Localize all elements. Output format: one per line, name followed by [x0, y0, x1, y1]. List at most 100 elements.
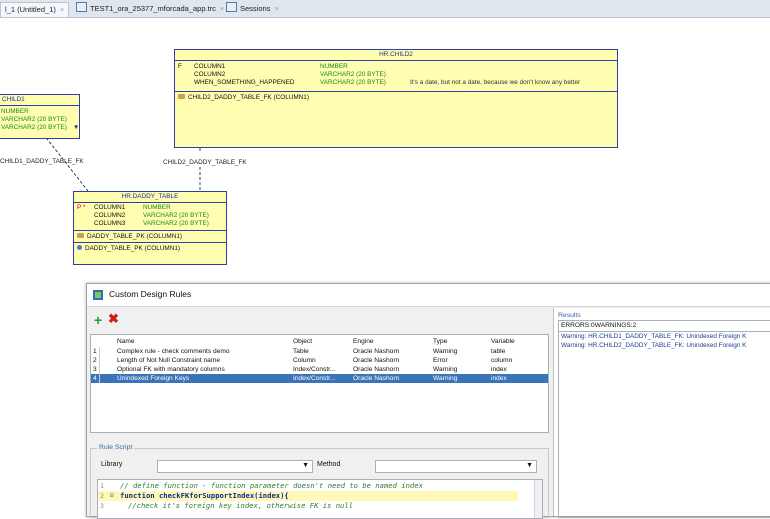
- table-child1[interactable]: CHILD1 NUMBER VARCHAR2 (20 BYTE) VARCHAR…: [0, 94, 80, 139]
- column-header-type[interactable]: Type: [433, 337, 447, 346]
- column-list: F COLUMN1 NUMBER COLUMN2 VARCHAR2 (20 BY…: [175, 61, 617, 92]
- column-row: NUMBER: [1, 108, 77, 116]
- rule-row[interactable]: 1 Complex rule - check comments demo Tab…: [91, 347, 548, 356]
- code-editor[interactable]: 1 // define function - function paramete…: [97, 479, 543, 519]
- add-rule-icon[interactable]: +: [94, 313, 102, 327]
- key-label: CHILD2_DADDY_TABLE_FK (COLUMN1): [188, 94, 309, 101]
- rules-app-icon: [93, 290, 103, 300]
- collapse-icon[interactable]: ⊟: [110, 491, 114, 501]
- column-name: WHEN_SOMETHING_HAPPENED: [194, 79, 295, 86]
- rules-table: Name Object Engine Type Variable 1 Compl…: [90, 334, 549, 433]
- tab-untitled-1[interactable]: l_1 (Untitled_1) ×: [0, 2, 70, 17]
- grid-icon: [226, 2, 237, 12]
- row-number: 4: [93, 374, 100, 383]
- relation-label-child2: CHILD2_DADDY_TABLE_FK: [163, 159, 247, 166]
- column-name: COLUMN1: [194, 63, 226, 70]
- fk-key-row: CHILD2_DADDY_TABLE_FK (COLUMN1): [175, 92, 617, 103]
- results-status: ERRORS:0WARNINGS:2: [559, 321, 770, 332]
- code-text: //check it's foreign key index, otherwis…: [128, 501, 354, 510]
- column-row: P * COLUMN1 NUMBER: [77, 204, 223, 212]
- column-header-name[interactable]: Name: [117, 337, 135, 346]
- rule-row[interactable]: 2 Length of Not Null Constraint name Col…: [91, 356, 548, 365]
- rule-name: Complex rule - check comments demo: [117, 348, 230, 355]
- foreign-key-icon: [178, 94, 185, 99]
- scroll-down-icon[interactable]: ▼: [73, 124, 79, 132]
- rule-object: Table: [293, 348, 309, 355]
- dialog-title: Custom Design Rules: [109, 289, 192, 299]
- rule-name: Length of Not Null Constraint name: [117, 357, 220, 364]
- library-select[interactable]: ▼: [157, 460, 313, 473]
- rule-engine: Oracle Nashorn: [353, 366, 400, 373]
- editor-scrollbar[interactable]: [534, 480, 542, 518]
- line-number: 3: [100, 502, 104, 510]
- rule-type: Error: [433, 357, 448, 364]
- dialog-title-bar: Custom Design Rules: [87, 284, 770, 307]
- column-row: WHEN_SOMETHING_HAPPENED VARCHAR2 (20 BYT…: [178, 79, 614, 87]
- close-icon[interactable]: ×: [60, 5, 64, 14]
- results-label: Results: [558, 312, 581, 319]
- column-row: COLUMN2 VARCHAR2 (20 BYTE): [77, 212, 223, 220]
- results-box: ERRORS:0WARNINGS:2 Warning: HR.CHILD1_DA…: [558, 320, 770, 518]
- rule-variable: table: [491, 348, 506, 355]
- rule-row[interactable]: 3 Optional FK with mandatory columns Ind…: [91, 365, 548, 374]
- column-type: VARCHAR2 (20 BYTE): [143, 212, 209, 219]
- column-list: NUMBER VARCHAR2 (20 BYTE) VARCHAR2 (20 B…: [0, 106, 79, 134]
- code-text: function checkFKforSupportIndex(index){: [120, 491, 289, 500]
- library-label: Library: [101, 461, 123, 468]
- column-row: COLUMN3 VARCHAR2 (20 BYTE): [77, 220, 223, 228]
- dropdown-arrow-icon[interactable]: ▼: [302, 462, 309, 469]
- result-warning[interactable]: Warning: HR.CHILD1_DADDY_TABLE_FK: Unind…: [561, 333, 746, 341]
- key-label: DADDY_TABLE_PK (COLUMN1): [85, 245, 181, 252]
- column-type: NUMBER: [1, 108, 29, 115]
- column-row: VARCHAR2 (20 BYTE): [1, 116, 77, 124]
- rule-engine: Oracle Nashorn: [353, 348, 400, 355]
- pk-flag: P *: [77, 204, 86, 211]
- close-icon[interactable]: ×: [274, 4, 278, 13]
- rule-script-group: Rule Script Library ▼ Method ▼ 1 // defi…: [90, 444, 549, 519]
- rule-variable: column: [491, 357, 513, 364]
- code-line-current: 2 ⊟ function checkFKforSupportIndex(inde…: [98, 491, 518, 501]
- key-label: DADDY_TABLE_PK (COLUMN1): [87, 233, 183, 240]
- rule-type: Warning: [433, 348, 458, 355]
- method-select[interactable]: ▼: [375, 460, 537, 473]
- column-type: VARCHAR2 (20 BYTE): [320, 71, 386, 78]
- rule-object: Index/Constr...: [293, 375, 336, 382]
- tab-trace-file[interactable]: TEST1_ora_25377_mforcada_app.trc ×: [72, 2, 228, 16]
- results-panel: Results ERRORS:0WARNINGS:2 Warning: HR.C…: [553, 308, 770, 518]
- column-type: NUMBER: [320, 63, 348, 70]
- method-label: Method: [317, 461, 341, 468]
- result-warning[interactable]: Warning: HR.CHILD2_DADDY_TABLE_FK: Unind…: [561, 342, 746, 350]
- column-header-variable[interactable]: Variable: [491, 337, 515, 346]
- rule-name: Optional FK with mandatory columns: [117, 366, 225, 373]
- column-header-engine[interactable]: Engine: [353, 337, 374, 346]
- rule-script-label: Rule Script: [97, 444, 135, 451]
- tab-label: l_1 (Untitled_1): [5, 5, 56, 14]
- column-list: P * COLUMN1 NUMBER COLUMN2 VARCHAR2 (20 …: [74, 203, 226, 231]
- column-type: VARCHAR2 (20 BYTE): [320, 79, 386, 86]
- column-name: COLUMN1: [94, 204, 126, 211]
- column-header-object[interactable]: Object: [293, 337, 312, 346]
- table-title: HR.DADDY_TABLE: [74, 192, 226, 203]
- rule-variable: index: [491, 375, 507, 382]
- delete-rule-icon[interactable]: ✖: [108, 312, 119, 325]
- table-daddy[interactable]: HR.DADDY_TABLE P * COLUMN1 NUMBER COLUMN…: [73, 191, 227, 265]
- editor-tab-bar: l_1 (Untitled_1) × TEST1_ora_25377_mforca…: [0, 0, 770, 18]
- rule-name: Unindexed Foreign Keys: [117, 375, 190, 382]
- dropdown-arrow-icon[interactable]: ▼: [526, 462, 533, 469]
- line-number: 1: [100, 482, 104, 490]
- custom-design-rules-dialog: Custom Design Rules + ✖ Name Object Engi…: [86, 283, 770, 519]
- table-child2[interactable]: HR.CHILD2 F COLUMN1 NUMBER COLUMN2 VARCH…: [174, 49, 618, 148]
- column-row: COLUMN2 VARCHAR2 (20 BYTE): [178, 71, 614, 79]
- index-icon: [77, 245, 82, 250]
- column-type: VARCHAR2 (20 BYTE): [143, 220, 209, 227]
- rule-type: Warning: [433, 366, 458, 373]
- table-title: HR.CHILD2: [175, 50, 617, 61]
- column-name: COLUMN2: [94, 212, 126, 219]
- column-comment: It's a date, but not a date, because we …: [410, 79, 581, 86]
- rule-variable: index: [491, 366, 507, 373]
- fk-flag: F: [178, 63, 182, 70]
- rule-row-selected[interactable]: 4 Unindexed Foreign Keys Index/Constr...…: [91, 374, 548, 383]
- column-name: COLUMN3: [94, 220, 126, 227]
- tab-label: Sessions: [240, 4, 271, 13]
- tab-sessions[interactable]: Sessions ×: [222, 2, 283, 16]
